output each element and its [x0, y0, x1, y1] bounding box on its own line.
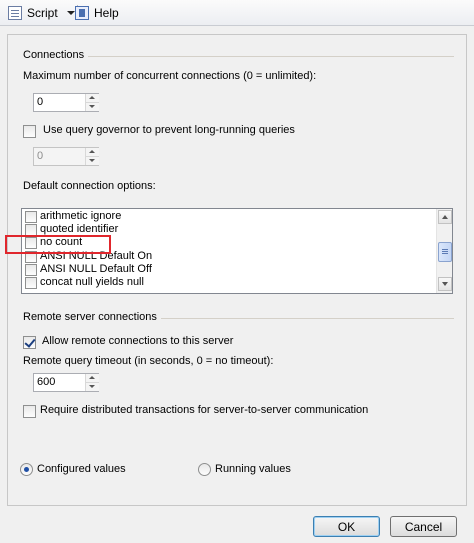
running-radio[interactable] [198, 463, 211, 476]
help-label: Help [94, 5, 119, 20]
distributed-checkbox[interactable] [23, 405, 36, 418]
query-governor-stepper: 0 [33, 147, 99, 166]
scroll-thumb[interactable] [438, 242, 452, 262]
option-label: arithmetic ignore [40, 210, 122, 222]
script-label: Script [27, 5, 58, 20]
query-governor-label: Use query governor to prevent long-runni… [43, 124, 295, 136]
chevron-down-icon[interactable] [66, 10, 75, 15]
distributed-label: Require distributed transactions for ser… [40, 404, 369, 416]
allow-remote-checkbox[interactable] [23, 336, 36, 349]
no-count-highlight [5, 235, 111, 254]
scroll-up-icon[interactable] [438, 210, 452, 224]
configured-radio[interactable] [20, 463, 33, 476]
default-options-label: Default connection options: [23, 180, 156, 192]
remote-group-title: Remote server connections [23, 311, 161, 323]
group-divider [148, 318, 454, 319]
configured-label[interactable]: Configured values [37, 463, 126, 475]
allow-remote-label: Allow remote connections to this server [42, 335, 234, 347]
max-connections-stepper[interactable]: 0 [33, 93, 99, 112]
list-scrollbar[interactable] [436, 209, 452, 293]
query-governor-checkbox[interactable] [23, 125, 36, 138]
toolbar: Script Help [0, 0, 474, 26]
option-label: quoted identifier [40, 223, 119, 235]
help-button[interactable]: Help [75, 4, 119, 21]
script-icon [8, 5, 22, 20]
option-checkbox[interactable] [25, 264, 37, 276]
option-checkbox[interactable] [25, 211, 37, 223]
spin-up-icon[interactable] [86, 374, 99, 382]
spin-up-icon[interactable] [86, 94, 99, 102]
max-connections-label: Maximum number of concurrent connections… [23, 70, 317, 82]
ok-button[interactable]: OK [313, 516, 380, 537]
max-connections-value[interactable]: 0 [37, 96, 43, 108]
script-button[interactable]: Script [8, 4, 75, 21]
timeout-label: Remote query timeout (in seconds, 0 = no… [23, 355, 274, 367]
option-label: ANSI NULL Default Off [40, 263, 152, 275]
running-label[interactable]: Running values [215, 463, 291, 475]
spin-down-icon [86, 156, 99, 165]
timeout-stepper[interactable]: 600 [33, 373, 99, 392]
cancel-button[interactable]: Cancel [390, 516, 457, 537]
timeout-value[interactable]: 600 [37, 376, 55, 388]
list-item[interactable]: concat null yields null [22, 276, 436, 290]
spin-down-icon[interactable] [86, 102, 99, 111]
spin-down-icon[interactable] [86, 382, 99, 391]
connections-group-title: Connections [23, 49, 89, 61]
query-governor-value: 0 [37, 150, 44, 162]
option-label: concat null yields null [40, 276, 144, 288]
option-checkbox[interactable] [25, 277, 37, 289]
help-icon [75, 5, 89, 20]
spin-up-icon [86, 148, 99, 156]
group-divider [86, 56, 454, 57]
scroll-down-icon[interactable] [438, 277, 452, 291]
